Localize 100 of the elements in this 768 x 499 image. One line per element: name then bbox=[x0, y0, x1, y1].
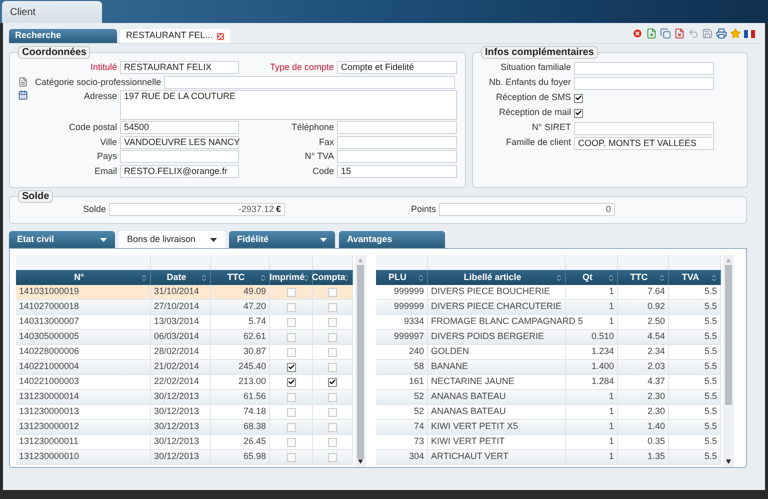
checkbox[interactable] bbox=[328, 362, 337, 372]
checkbox[interactable] bbox=[328, 302, 337, 312]
checkbox[interactable] bbox=[286, 288, 296, 296]
filter-cell[interactable] bbox=[618, 255, 669, 270]
column-header[interactable]: Qt bbox=[566, 270, 618, 285]
table-row[interactable]: 999997 DIVERS POIDS BERGERIE 0.510 4.54 5.5 bbox=[376, 330, 721, 345]
sort-icon[interactable] bbox=[140, 274, 148, 282]
table-row[interactable]: 141027000018 27/10/2014 47.20 bbox=[16, 300, 353, 315]
checkbox[interactable] bbox=[574, 94, 583, 102]
filter-cell[interactable] bbox=[566, 255, 618, 270]
close-icon[interactable] bbox=[217, 32, 224, 40]
checkbox[interactable] bbox=[328, 438, 337, 446]
checkbox[interactable] bbox=[286, 408, 296, 416]
scroll-down-icon[interactable] bbox=[726, 459, 731, 464]
column-header[interactable]: Libellé article bbox=[428, 270, 566, 285]
filter-cell[interactable] bbox=[16, 255, 151, 270]
scroll-down-icon[interactable] bbox=[358, 459, 363, 464]
table-row[interactable]: 140221000004 21/02/2014 245.40 bbox=[16, 360, 353, 375]
table-row[interactable]: 74 KIWI VERT PETIT X5 1 1.40 5.5 bbox=[376, 420, 721, 435]
column-header[interactable]: PLU bbox=[376, 270, 428, 285]
column-header[interactable]: TVA bbox=[669, 270, 721, 285]
delete-document-icon[interactable] bbox=[674, 28, 685, 39]
table-row[interactable]: 304 ARTICHAUT VERT 1 1.35 5.5 bbox=[376, 450, 721, 465]
input-field[interactable] bbox=[337, 121, 457, 134]
checkbox[interactable] bbox=[286, 422, 296, 432]
column-header[interactable]: N° bbox=[16, 270, 151, 285]
sort-icon[interactable] bbox=[200, 274, 208, 282]
column-header[interactable]: TTC bbox=[211, 270, 270, 285]
filter-cell[interactable] bbox=[428, 255, 566, 270]
filter-cell[interactable] bbox=[211, 255, 270, 270]
column-header[interactable]: Imprimé bbox=[270, 270, 313, 285]
input-field[interactable]: Compte et Fidelité bbox=[337, 61, 457, 74]
tab[interactable]: RESTAURANT FEL... bbox=[120, 29, 230, 43]
checkbox[interactable] bbox=[328, 288, 337, 296]
table-row[interactable]: 131230000010 30/12/2013 65.98 bbox=[16, 450, 353, 465]
sort-icon[interactable] bbox=[710, 274, 718, 282]
checkbox[interactable] bbox=[286, 452, 296, 462]
sort-icon[interactable] bbox=[658, 274, 666, 282]
tab[interactable]: Bons de livraison bbox=[119, 231, 225, 248]
dropdown-caret-icon[interactable] bbox=[100, 238, 107, 242]
checkbox[interactable] bbox=[328, 332, 337, 342]
table-row[interactable]: 58 BANANE 1.400 2.03 5.5 bbox=[376, 360, 721, 375]
tab[interactable]: Recherche bbox=[9, 29, 117, 43]
scroll-up-icon[interactable] bbox=[726, 258, 731, 263]
undo-icon[interactable] bbox=[688, 28, 699, 39]
input-field[interactable]: RESTO.FELIX@orange.fr bbox=[120, 164, 239, 178]
table-row[interactable]: 52 ANANAS BATEAU 1 2.30 5.5 bbox=[376, 390, 721, 405]
filter-cell[interactable] bbox=[313, 255, 353, 270]
column-header[interactable]: Compta bbox=[313, 270, 353, 285]
star-icon[interactable] bbox=[730, 28, 741, 39]
dropdown-caret-icon[interactable] bbox=[210, 238, 217, 242]
print-icon[interactable] bbox=[716, 28, 727, 39]
input-field[interactable]: COOP. MONTS ET VALLEES bbox=[574, 136, 714, 150]
checkbox[interactable] bbox=[286, 392, 296, 402]
sort-icon[interactable] bbox=[259, 274, 267, 282]
checkbox[interactable] bbox=[328, 318, 337, 326]
checkbox[interactable] bbox=[328, 422, 337, 432]
tab[interactable]: Fidélité bbox=[229, 231, 335, 248]
filter-cell[interactable] bbox=[669, 255, 721, 270]
input-field[interactable] bbox=[574, 62, 714, 74]
checkbox[interactable] bbox=[286, 362, 296, 372]
input-field[interactable]: RESTAURANT FELIX bbox=[120, 61, 239, 74]
table-row[interactable]: 131230000013 30/12/2013 74.18 bbox=[16, 405, 353, 420]
checkbox[interactable] bbox=[328, 392, 337, 402]
table-row[interactable]: 140228000006 28/02/2014 30.87 bbox=[16, 345, 353, 360]
copy-icon[interactable] bbox=[660, 28, 671, 39]
table-row[interactable]: 131230000012 30/12/2013 68.38 bbox=[16, 420, 353, 435]
table-row[interactable]: 140305000005 06/03/2014 62.61 bbox=[16, 330, 353, 345]
table-row[interactable]: 161 NECTARINE JAUNE 1.284 4.37 5.5 bbox=[376, 375, 721, 390]
checkbox[interactable] bbox=[328, 408, 337, 416]
table-row[interactable]: 141031000019 31/10/2014 49.09 bbox=[16, 285, 353, 300]
filter-cell[interactable] bbox=[270, 255, 313, 270]
table-row[interactable]: 52 ANANAS BATEAU 1 2.30 5.5 bbox=[376, 405, 721, 420]
input-field[interactable]: 15 bbox=[337, 164, 457, 178]
table-row[interactable]: 9334 FROMAGE BLANC CAMPAGNARD 5 1 2.50 5.5 bbox=[376, 315, 721, 330]
input-field[interactable]: 0 bbox=[439, 203, 615, 216]
sort-icon[interactable] bbox=[417, 274, 425, 282]
column-header[interactable]: Date bbox=[151, 270, 211, 285]
checkbox[interactable] bbox=[286, 348, 296, 356]
input-field[interactable]: 54500 bbox=[120, 121, 239, 134]
sort-icon[interactable] bbox=[607, 274, 615, 282]
calendar-icon[interactable] bbox=[18, 90, 28, 100]
sort-icon[interactable] bbox=[555, 274, 563, 282]
table-row[interactable]: 240 GOLDEN 1.234 2.34 5.5 bbox=[376, 345, 721, 360]
input-field[interactable] bbox=[120, 150, 239, 164]
input-field[interactable] bbox=[574, 76, 714, 90]
checkbox[interactable] bbox=[286, 332, 296, 342]
new-document-icon[interactable] bbox=[646, 28, 657, 39]
checkbox[interactable] bbox=[328, 452, 337, 462]
table-row[interactable]: 999999 DIVERS PIECE CHARCUTERIE 1 0.92 5.5 bbox=[376, 300, 721, 315]
flag-icon[interactable] bbox=[744, 30, 755, 38]
checkbox[interactable] bbox=[286, 378, 296, 386]
tab[interactable]: Avantages bbox=[339, 231, 445, 248]
input-field[interactable]: VANDOEUVRE LES NANCY bbox=[120, 136, 239, 149]
table-row[interactable]: 73 KIWI VERT PETIT 1 0.35 5.5 bbox=[376, 435, 721, 450]
close-icon[interactable] bbox=[632, 28, 643, 39]
input-field[interactable] bbox=[337, 136, 457, 149]
input-field[interactable] bbox=[574, 122, 714, 134]
table-row[interactable]: 140221000003 22/02/2014 213.00 bbox=[16, 375, 353, 390]
checkbox[interactable] bbox=[328, 378, 337, 386]
